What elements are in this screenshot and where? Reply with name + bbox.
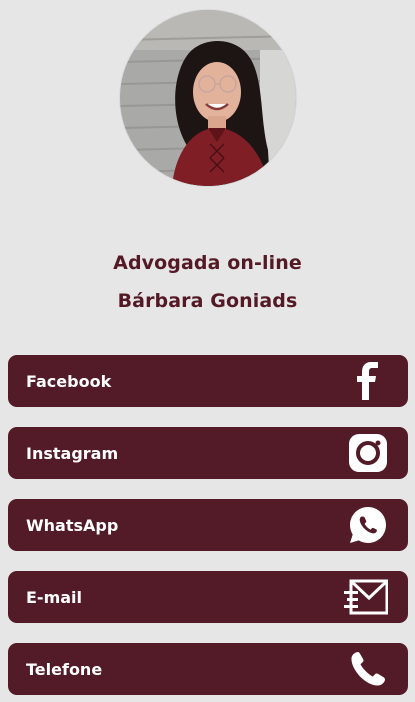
facebook-link-button[interactable]: Facebook bbox=[8, 355, 408, 407]
instagram-icon bbox=[348, 433, 388, 473]
profile-photo bbox=[120, 10, 296, 186]
instagram-link-label: Instagram bbox=[26, 443, 119, 463]
phone-icon bbox=[348, 649, 388, 689]
whatsapp-link-label: WhatsApp bbox=[26, 515, 119, 535]
avatar bbox=[120, 10, 296, 186]
phone-link-button[interactable]: Telefone bbox=[8, 643, 408, 695]
email-link-button[interactable]: E-mail bbox=[8, 571, 408, 623]
profile-name: Bárbara Goniads bbox=[117, 290, 298, 312]
phone-link-label: Telefone bbox=[26, 659, 103, 679]
page-title: Advogada on-line bbox=[113, 252, 302, 274]
facebook-icon bbox=[348, 361, 388, 401]
facebook-link-label: Facebook bbox=[26, 371, 112, 391]
email-link-label: E-mail bbox=[26, 587, 83, 607]
whatsapp-icon bbox=[348, 505, 388, 545]
instagram-link-button[interactable]: Instagram bbox=[8, 427, 408, 479]
whatsapp-link-button[interactable]: WhatsApp bbox=[8, 499, 408, 551]
email-icon bbox=[344, 577, 388, 617]
